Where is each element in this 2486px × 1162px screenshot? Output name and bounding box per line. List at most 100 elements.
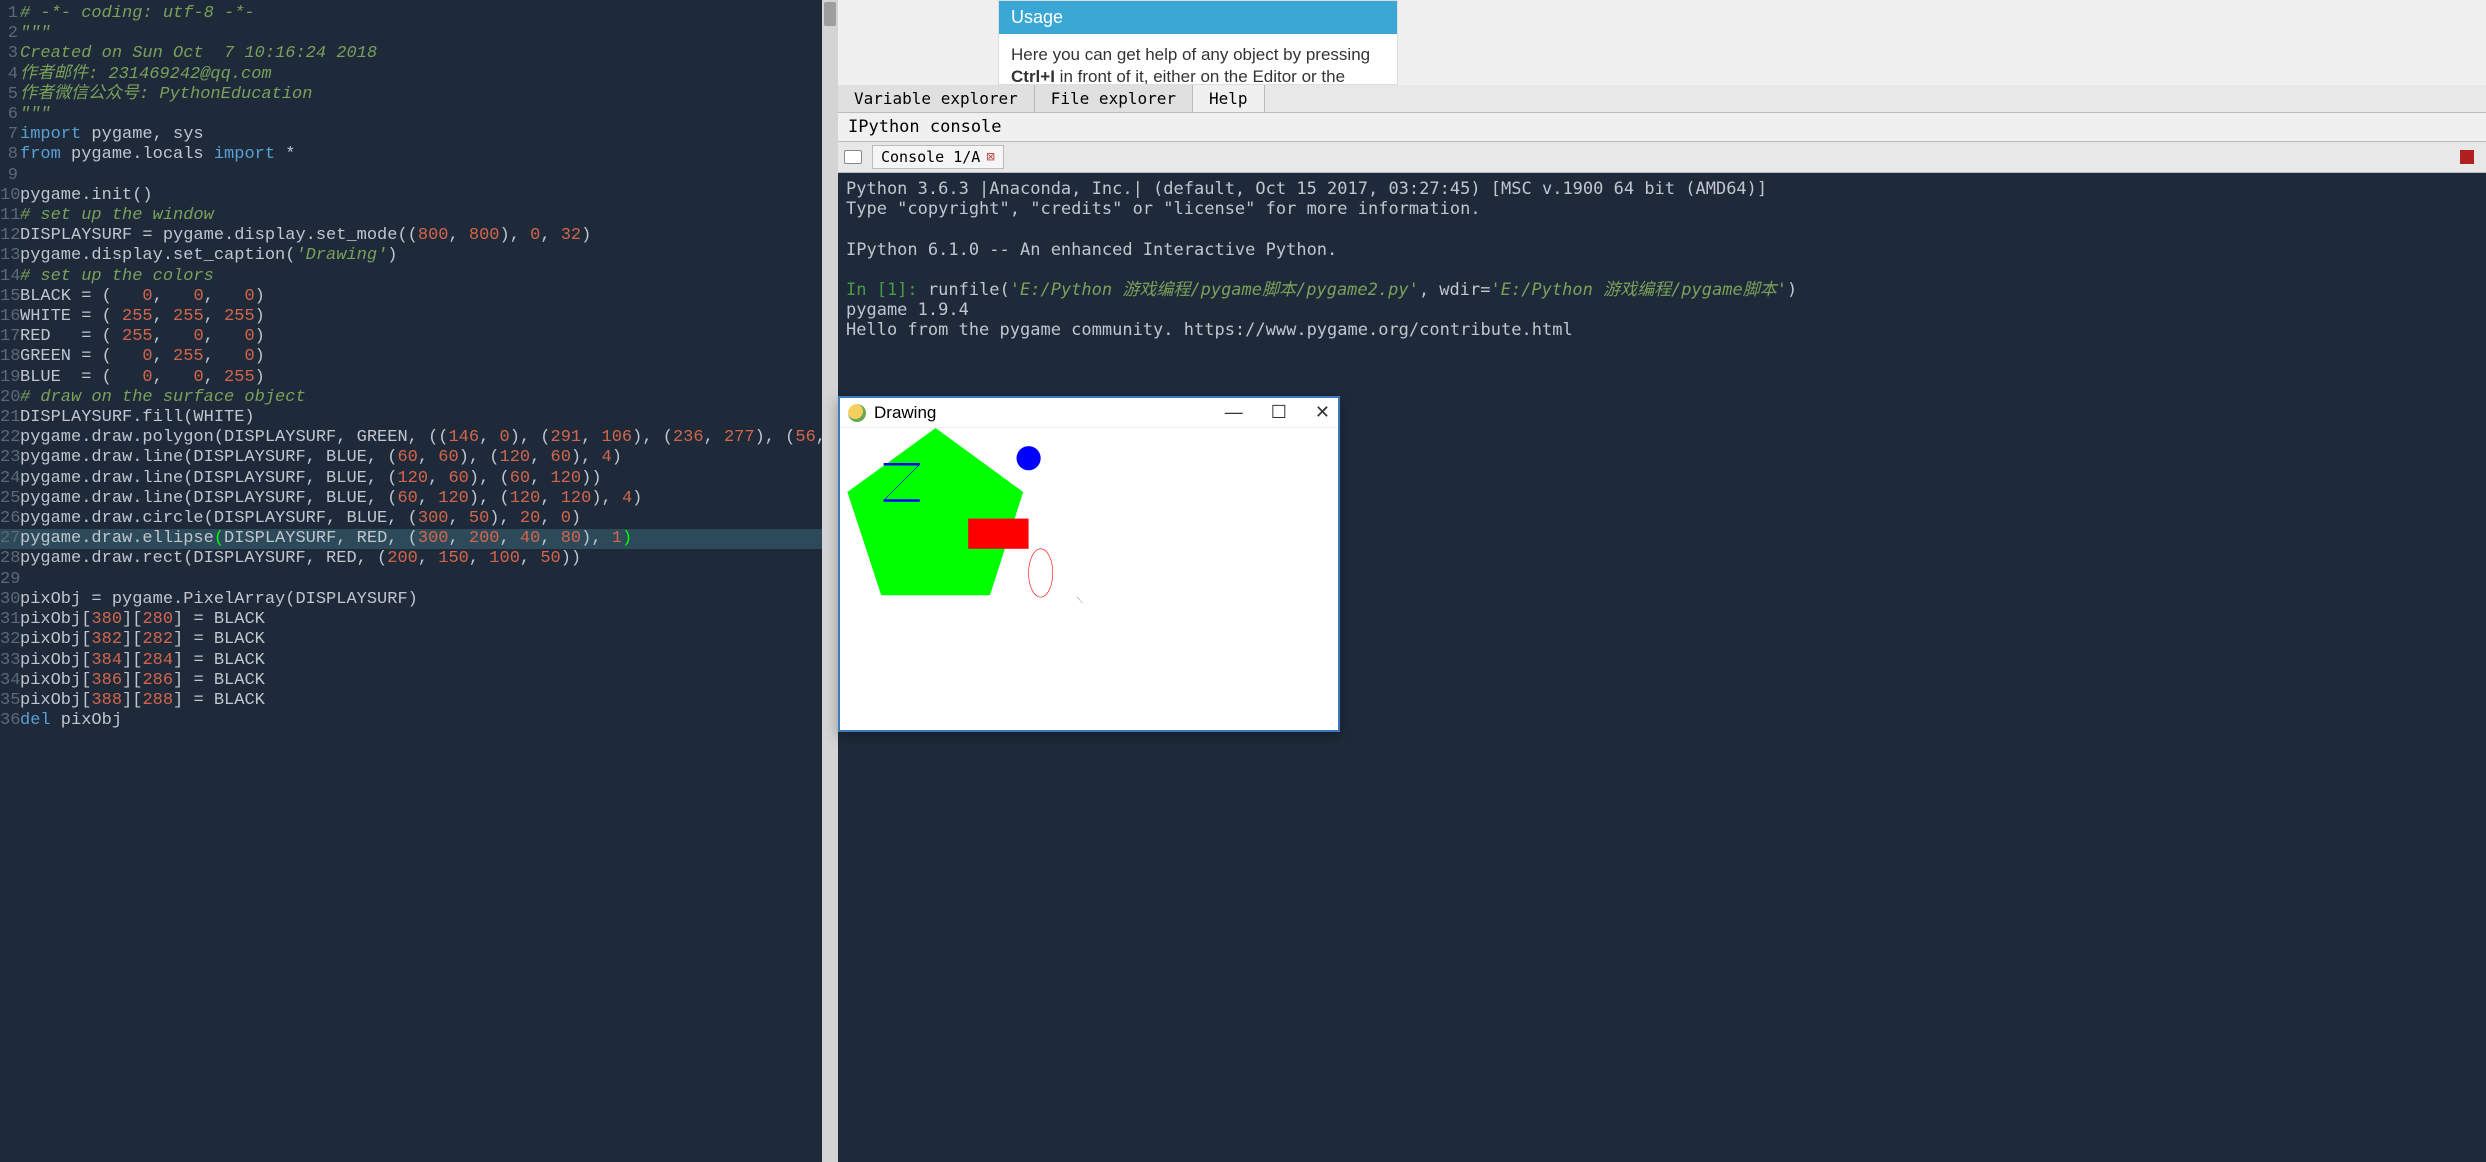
code-line[interactable]: 3Created on Sun Oct 7 10:16:24 2018 (0, 44, 838, 64)
line-number: 18 (0, 347, 20, 367)
maximize-icon[interactable]: ☐ (1271, 402, 1287, 423)
scrollbar-thumb[interactable] (824, 2, 836, 26)
right-panel: Usage Here you can get help of any objec… (838, 0, 2486, 1162)
line-number: 29 (0, 570, 20, 590)
code-line[interactable]: 25pygame.draw.line(DISPLAYSURF, BLUE, (6… (0, 489, 838, 509)
console-banner-1: Python 3.6.3 |Anaconda, Inc.| (default, … (846, 179, 1767, 199)
code-line[interactable]: 12DISPLAYSURF = pygame.display.set_mode(… (0, 226, 838, 246)
minimize-icon[interactable]: — (1225, 402, 1243, 423)
line-number: 32 (0, 630, 20, 650)
code-line[interactable]: 5作者微信公众号: PythonEducation (0, 85, 838, 105)
line-number: 4 (0, 65, 20, 85)
code-line[interactable]: 10pygame.init() (0, 186, 838, 206)
code-line[interactable]: 9 (0, 166, 838, 186)
code-line[interactable]: 1# -*- coding: utf-8 -*- (0, 4, 838, 24)
code-line[interactable]: 28pygame.draw.rect(DISPLAYSURF, RED, (20… (0, 549, 838, 569)
line-number: 2 (0, 24, 20, 44)
code-line[interactable]: 27pygame.draw.ellipse(DISPLAYSURF, RED, … (0, 529, 838, 549)
line-number: 12 (0, 226, 20, 246)
console-output-1: pygame 1.9.4 (846, 300, 969, 320)
code-line[interactable]: 29 (0, 570, 838, 590)
code-line[interactable]: 6""" (0, 105, 838, 125)
code-line[interactable]: 2""" (0, 24, 838, 44)
code-line[interactable]: 32pixObj[382][282] = BLACK (0, 630, 838, 650)
code-editor[interactable]: 1# -*- coding: utf-8 -*-2"""3Created on … (0, 0, 838, 1162)
line-number: 17 (0, 327, 20, 347)
code-line[interactable]: 7import pygame, sys (0, 125, 838, 145)
code-line[interactable]: 31pixObj[380][280] = BLACK (0, 610, 838, 630)
code-line[interactable]: 22pygame.draw.polygon(DISPLAYSURF, GREEN… (0, 428, 838, 448)
editor-scrollbar[interactable] (822, 0, 838, 1162)
line-number: 35 (0, 691, 20, 711)
pygame-window-title: Drawing (874, 403, 936, 423)
line-number: 28 (0, 549, 20, 569)
code-line[interactable]: 14# set up the colors (0, 267, 838, 287)
line-number: 22 (0, 428, 20, 448)
tab-variable-explorer[interactable]: Variable explorer (838, 85, 1035, 112)
line-number: 7 (0, 125, 20, 145)
console-tab[interactable]: Console 1/A ⊠ (872, 145, 1004, 169)
tab-help[interactable]: Help (1193, 85, 1265, 112)
line-number: 14 (0, 267, 20, 287)
line-number: 36 (0, 711, 20, 731)
code-line[interactable]: 8from pygame.locals import * (0, 145, 838, 165)
line-number: 34 (0, 671, 20, 691)
line-number: 31 (0, 610, 20, 630)
console-output-2: Hello from the pygame community. https:/… (846, 320, 1573, 340)
pygame-drawing-window[interactable]: Drawing — ☐ ✕ (838, 396, 1340, 732)
help-body: Here you can get help of any object by p… (999, 34, 1397, 84)
line-number: 26 (0, 509, 20, 529)
code-line[interactable]: 35pixObj[388][288] = BLACK (0, 691, 838, 711)
console-tab-row: Console 1/A ⊠ (838, 142, 2486, 173)
code-line[interactable]: 18GREEN = ( 0, 255, 0) (0, 347, 838, 367)
code-line[interactable]: 11# set up the window (0, 206, 838, 226)
help-title: Usage (999, 1, 1397, 34)
line-number: 8 (0, 145, 20, 165)
panel-tabs: Variable explorer File explorer Help (838, 85, 2486, 113)
line-number: 9 (0, 166, 20, 186)
code-line[interactable]: 26pygame.draw.circle(DISPLAYSURF, BLUE, … (0, 509, 838, 529)
code-line[interactable]: 33pixObj[384][284] = BLACK (0, 651, 838, 671)
code-line[interactable]: 24pygame.draw.line(DISPLAYSURF, BLUE, (1… (0, 469, 838, 489)
code-line[interactable]: 15BLACK = ( 0, 0, 0) (0, 287, 838, 307)
code-line[interactable]: 17RED = ( 255, 0, 0) (0, 327, 838, 347)
line-number: 1 (0, 4, 20, 24)
line-number: 13 (0, 246, 20, 266)
line-number: 3 (0, 44, 20, 64)
pygame-canvas (840, 428, 1338, 730)
line-number: 10 (0, 186, 20, 206)
line-number: 6 (0, 105, 20, 125)
tab-file-explorer[interactable]: File explorer (1035, 85, 1193, 112)
code-line[interactable]: 13pygame.display.set_caption('Drawing') (0, 246, 838, 266)
stop-kernel-button[interactable] (2460, 150, 2474, 164)
line-number: 11 (0, 206, 20, 226)
code-line[interactable]: 16WHITE = ( 255, 255, 255) (0, 307, 838, 327)
code-line[interactable]: 20# draw on the surface object (0, 388, 838, 408)
line-number: 20 (0, 388, 20, 408)
pygame-icon (848, 404, 866, 422)
line-number: 15 (0, 287, 20, 307)
line-number: 23 (0, 448, 20, 468)
console-in-prompt: In [1]: (846, 280, 928, 300)
code-line[interactable]: 30pixObj = pygame.PixelArray(DISPLAYSURF… (0, 590, 838, 610)
browse-tabs-icon[interactable] (844, 150, 862, 164)
close-icon[interactable]: ⊠ (986, 149, 994, 165)
code-line[interactable]: 4作者邮件: 231469242@qq.com (0, 65, 838, 85)
line-number: 33 (0, 651, 20, 671)
pygame-titlebar[interactable]: Drawing — ☐ ✕ (840, 398, 1338, 428)
line-number: 5 (0, 85, 20, 105)
code-line[interactable]: 23pygame.draw.line(DISPLAYSURF, BLUE, (6… (0, 448, 838, 468)
close-window-icon[interactable]: ✕ (1315, 402, 1330, 423)
line-number: 19 (0, 368, 20, 388)
help-panel: Usage Here you can get help of any objec… (998, 0, 1398, 85)
code-line[interactable]: 21DISPLAYSURF.fill(WHITE) (0, 408, 838, 428)
code-line[interactable]: 36del pixObj (0, 711, 838, 731)
line-number: 24 (0, 469, 20, 489)
line-number: 27 (0, 529, 20, 549)
line-number: 30 (0, 590, 20, 610)
console-banner-2: Type "copyright", "credits" or "license"… (846, 199, 1481, 219)
code-line[interactable]: 19BLUE = ( 0, 0, 255) (0, 368, 838, 388)
line-number: 16 (0, 307, 20, 327)
code-line[interactable]: 34pixObj[386][286] = BLACK (0, 671, 838, 691)
console-banner-3: IPython 6.1.0 -- An enhanced Interactive… (846, 240, 1337, 260)
